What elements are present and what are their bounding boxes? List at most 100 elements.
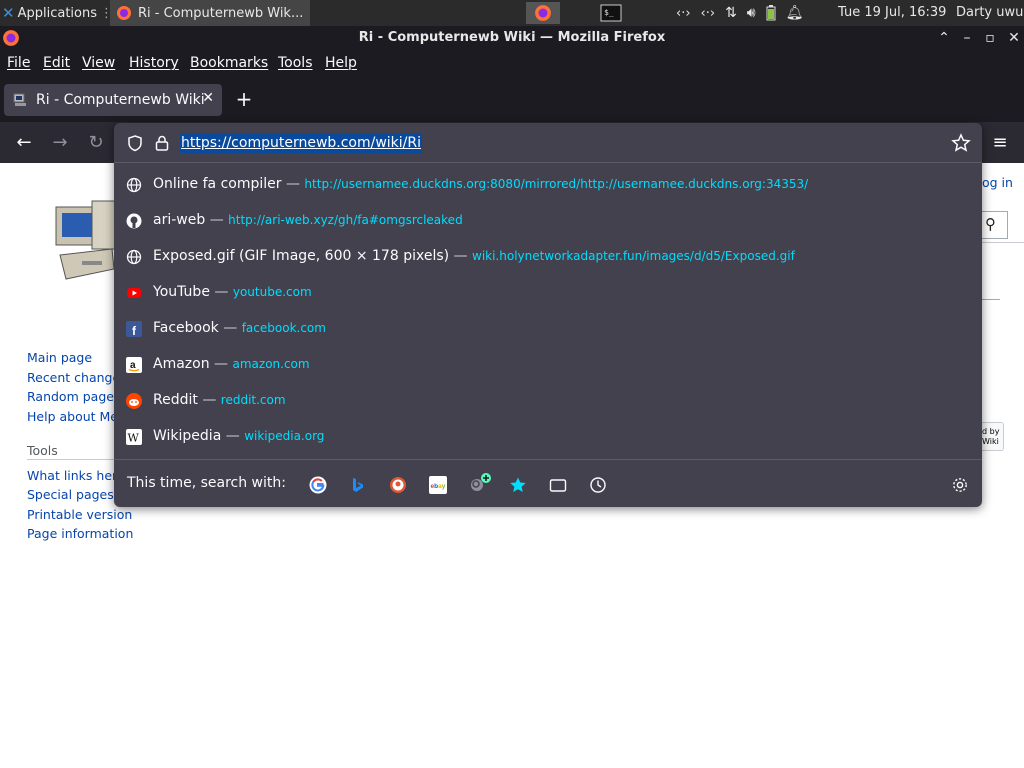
bookmark-star-icon[interactable]: [951, 133, 971, 153]
suggestion-row[interactable]: ari-web — http://ari-web.xyz/gh/fa#omgsr…: [114, 203, 982, 239]
suggestion-separator: —: [223, 320, 238, 336]
back-button[interactable]: ←: [10, 129, 38, 157]
suggestion-url: amazon.com: [232, 357, 310, 371]
forward-button[interactable]: →: [46, 129, 74, 157]
suggestion-separator: —: [285, 176, 300, 192]
search-button[interactable]: ⚲: [982, 211, 1008, 239]
suggestion-title: Amazon: [153, 356, 210, 372]
menu-tools[interactable]: Tools: [278, 55, 313, 71]
suggestion-title: Reddit: [153, 392, 198, 408]
suggestion-row[interactable]: a Amazon — amazon.com: [114, 347, 982, 383]
nav-link-main-page[interactable]: Main page: [27, 350, 92, 365]
tab-active[interactable]: Ri - Computernewb Wiki ✕: [4, 84, 222, 116]
urlbar-dropdown: https://computernewb.com/wiki/Ri Online …: [114, 123, 982, 507]
tools-heading: Tools: [27, 443, 58, 458]
taskbar-window-title: Ri - Computernewb Wik...: [138, 5, 304, 21]
url-input[interactable]: https://computernewb.com/wiki/Ri: [180, 133, 423, 153]
svg-text:ebay: ebay: [431, 483, 446, 490]
clock[interactable]: Tue 19 Jul, 16:39: [838, 0, 946, 26]
suggestion-separator: —: [202, 392, 217, 408]
app-menu-button[interactable]: ≡: [986, 129, 1014, 157]
facebook-icon: f: [126, 321, 142, 337]
window-shade-button[interactable]: ⌃: [933, 26, 955, 50]
terminal-icon: $_: [600, 4, 622, 22]
one-off-search-bar: This time, search with: ebay: [114, 459, 982, 507]
suggestion-row[interactable]: YouTube — youtube.com: [114, 275, 982, 311]
taskbar-window-button[interactable]: Ri - Computernewb Wik...: [110, 0, 310, 26]
tracking-shield-icon[interactable]: [126, 134, 144, 152]
menu-bookmarks[interactable]: Bookmarks: [190, 55, 268, 71]
xfce-logo-icon: ✕: [2, 4, 15, 22]
new-tab-button[interactable]: +: [232, 85, 256, 113]
battery-icon[interactable]: [766, 5, 776, 21]
history-icon[interactable]: [589, 476, 607, 494]
window-maximize-button[interactable]: ▫: [979, 26, 1001, 50]
reload-button[interactable]: ↻: [82, 129, 110, 157]
applications-menu[interactable]: ✕ Applications ⋮: [2, 0, 113, 26]
menu-help[interactable]: Help: [325, 55, 357, 71]
window-title: Ri - Computernewb Wiki — Mozilla Firefox: [358, 30, 666, 45]
content-divider: [982, 299, 1000, 300]
tools-link-special-pages[interactable]: Special pages: [27, 487, 114, 502]
volume-icon[interactable]: 🔊︎: [747, 5, 756, 21]
suggestion-row[interactable]: Online fa compiler — http://usernamee.du…: [114, 167, 982, 203]
svg-text:W: W: [128, 432, 140, 445]
ebay-icon[interactable]: ebay: [429, 476, 447, 494]
suggestion-row[interactable]: Reddit — reddit.com: [114, 383, 982, 419]
google-icon[interactable]: [309, 476, 327, 494]
globe-icon: [126, 249, 142, 265]
desktop-panel: ✕ Applications ⋮ Ri - Computernewb Wik..…: [0, 0, 1024, 26]
nav-link-recent-changes[interactable]: Recent changes: [27, 370, 127, 385]
suggestion-url: wiki.holynetworkadapter.fun/images/d/d5/…: [472, 249, 795, 263]
bing-icon[interactable]: [349, 476, 367, 494]
transfer-icon[interactable]: ⇅: [725, 5, 737, 21]
nav-link-random-page[interactable]: Random page: [27, 389, 114, 404]
window-titlebar: Ri - Computernewb Wiki — Mozilla Firefox…: [0, 26, 1024, 51]
window-close-button[interactable]: ✕: [1003, 26, 1024, 50]
suggestion-row[interactable]: Exposed.gif (GIF Image, 600 × 178 pixels…: [114, 239, 982, 275]
computer-favicon-icon: [13, 93, 26, 106]
suggestion-separator: —: [214, 356, 229, 372]
window-minimize-button[interactable]: –: [956, 26, 978, 50]
menu-history[interactable]: History: [129, 55, 179, 71]
tab-close-icon[interactable]: ✕: [202, 90, 214, 106]
search-settings-gear-icon[interactable]: [951, 476, 969, 494]
user-menu[interactable]: Darty uwu: [956, 0, 1023, 26]
suggestion-title: Exposed.gif (GIF Image, 600 × 178 pixels…: [153, 248, 450, 264]
duckduckgo-icon[interactable]: [389, 476, 407, 494]
firefox-launcher[interactable]: [526, 2, 560, 24]
site-logo-computer[interactable]: [52, 199, 116, 285]
terminal-launcher[interactable]: $_: [594, 2, 628, 24]
urlbar[interactable]: https://computernewb.com/wiki/Ri: [114, 123, 982, 163]
applications-label: Applications: [17, 5, 97, 21]
suggestion-separator: —: [453, 248, 468, 264]
menu-file[interactable]: File: [7, 55, 30, 71]
suggestion-title: Online fa compiler: [153, 176, 282, 192]
login-link[interactable]: og in: [982, 175, 1013, 190]
lock-icon[interactable]: [154, 134, 170, 152]
tabs-icon[interactable]: [549, 476, 567, 494]
tools-link-what-links-here[interactable]: What links here: [27, 468, 125, 483]
menubar: File Edit View History Bookmarks Tools H…: [0, 51, 1024, 77]
bookmarks-icon[interactable]: [509, 476, 527, 494]
network-icon-2[interactable]: ‹·›: [701, 6, 716, 21]
suggestion-url: wikipedia.org: [244, 429, 325, 443]
svg-text:$_: $_: [604, 8, 614, 17]
search-divider: [982, 242, 1024, 243]
tools-link-printable-version[interactable]: Printable version: [27, 507, 132, 522]
powered-by-mediawiki-badge[interactable]: d by Wiki: [982, 422, 1004, 451]
search-with-label: This time, search with:: [127, 475, 286, 491]
suggestion-row[interactable]: f Facebook — facebook.com: [114, 311, 982, 347]
amazon-icon: a: [126, 357, 142, 373]
tools-link-page-information[interactable]: Page information: [27, 526, 133, 541]
suggestion-separator: —: [214, 284, 229, 300]
reddit-icon: [126, 393, 142, 409]
menu-edit[interactable]: Edit: [43, 55, 70, 71]
add-search-engine-icon[interactable]: [469, 472, 493, 494]
wikipedia-icon: W: [126, 429, 142, 445]
notification-icon[interactable]: 🔔︎: [786, 5, 804, 21]
menu-view[interactable]: View: [82, 55, 115, 71]
suggestion-row[interactable]: W Wikipedia — wikipedia.org: [114, 419, 982, 455]
firefox-icon: [3, 30, 19, 46]
network-icon[interactable]: ‹·›: [676, 6, 691, 21]
